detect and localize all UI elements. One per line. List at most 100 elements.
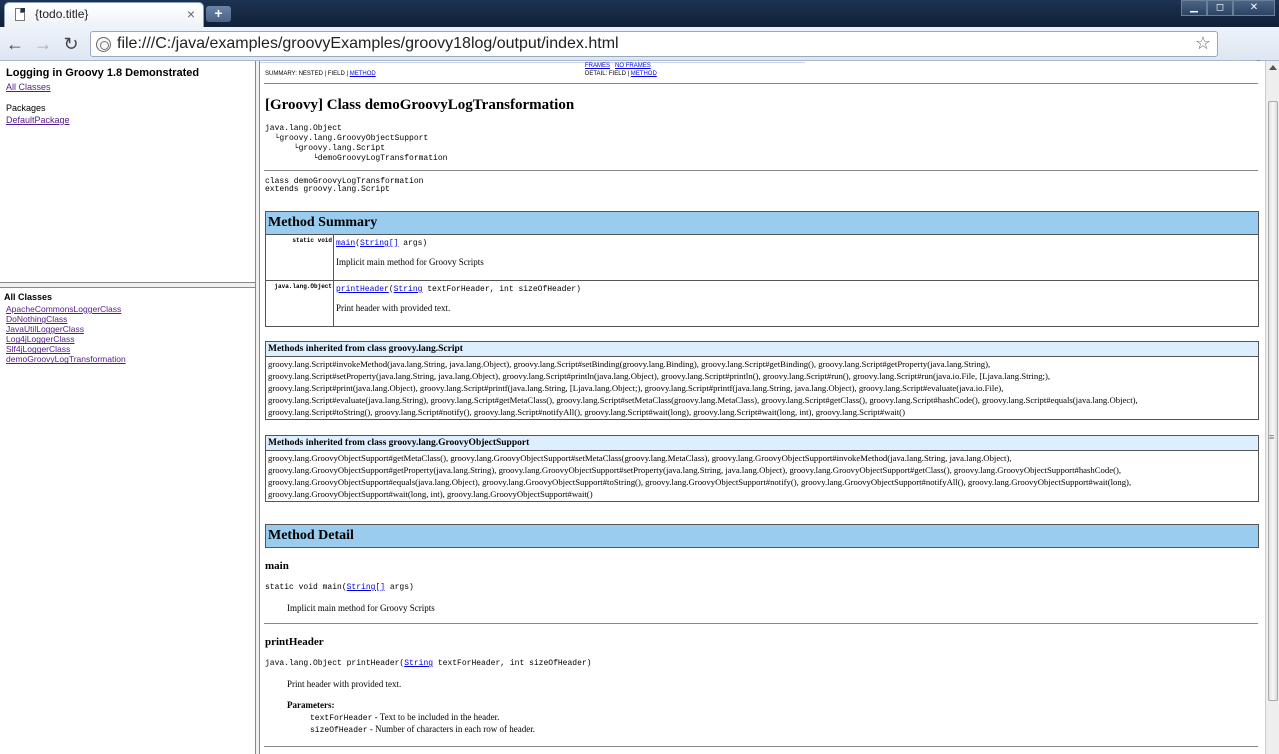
- inherited-line: groovy.lang.Script#invokeMethod(java.lan…: [268, 359, 991, 369]
- address-bar[interactable]: file:///C:/java/examples/groovyExamples/…: [90, 31, 1218, 57]
- frames-nav: FRAMES NO FRAMES: [585, 63, 651, 69]
- parameter-name: sizeOfHeader: [310, 726, 368, 735]
- browser-tab[interactable]: {todo.title} ×: [4, 2, 204, 27]
- param-rest: textForHeader, int sizeOfHeader): [422, 285, 581, 294]
- sig-prefix: static void main(: [265, 583, 347, 592]
- inheritance-tree: java.lang.Object └groovy.lang.GroovyObje…: [265, 124, 447, 164]
- method-description: Print header with provided text.: [336, 303, 451, 313]
- inherited-script-methods: groovy.lang.Script#invokeMethod(java.lan…: [266, 357, 1258, 419]
- method-detail-heading: Method Detail: [265, 524, 1259, 548]
- sig-rest: args): [385, 583, 414, 592]
- frames-link[interactable]: FRAMES: [585, 63, 610, 69]
- divider: [264, 170, 1258, 171]
- class-link[interactable]: demoGroovyLogTransformation: [6, 354, 126, 364]
- page-content: Logging in Groovy 1.8 Demonstrated All C…: [0, 61, 1279, 754]
- class-declaration: class demoGroovyLogTransformation extends…: [265, 178, 423, 194]
- method-description: Implicit main method for Groovy Scripts: [336, 257, 484, 267]
- summary-nav-prefix: SUMMARY: NESTED | FIELD |: [265, 71, 350, 77]
- nav-divider: [260, 62, 805, 63]
- summary-method-link[interactable]: METHOD: [350, 71, 376, 77]
- detail-method-name: printHeader: [265, 636, 324, 648]
- inherited-gos-methods: groovy.lang.GroovyObjectSupport#getMetaC…: [266, 451, 1258, 501]
- doc-title: Logging in Groovy 1.8 Demonstrated: [6, 67, 200, 79]
- param-rest: args): [398, 239, 428, 248]
- method-summary-heading: Method Summary: [265, 211, 1259, 235]
- globe-icon: [96, 37, 111, 52]
- class-link[interactable]: ApacheCommonsLoggerClass: [6, 304, 121, 314]
- all-classes-label: All Classes: [4, 292, 53, 302]
- detail-method-signature: static void main(String[] args): [265, 583, 414, 592]
- method-summary-table: Method Summary static void main(String[]…: [265, 211, 1259, 327]
- param-type-link[interactable]: String[]: [360, 239, 398, 248]
- method-link-printheader[interactable]: printHeader: [336, 285, 389, 294]
- inherited-script-box: Methods inherited from class groovy.lang…: [265, 341, 1259, 420]
- param-type-link[interactable]: String[]: [347, 583, 385, 592]
- class-list: ApacheCommonsLoggerClass DoNothingClass …: [6, 304, 126, 365]
- inherited-line: groovy.lang.Script#evaluate(java.lang.St…: [268, 395, 1138, 405]
- bookmark-star-icon[interactable]: ☆: [1195, 33, 1211, 54]
- detail-nav: DETAIL: FIELD | METHOD: [585, 71, 657, 77]
- parameters-label: Parameters:: [287, 700, 335, 710]
- window-controls: ▁ ◻ ✕: [1181, 0, 1275, 16]
- detail-method-signature: java.lang.Object printHeader(String text…: [265, 659, 591, 668]
- sig-rest: textForHeader, int sizeOfHeader): [433, 659, 592, 668]
- scrollbar-thumb[interactable]: [1268, 101, 1278, 701]
- inherited-line: groovy.lang.GroovyObjectSupport#equals(j…: [268, 477, 1132, 487]
- new-tab-button[interactable]: +: [206, 6, 231, 22]
- address-url[interactable]: file:///C:/java/examples/groovyExamples/…: [117, 35, 619, 53]
- no-frames-link[interactable]: NO FRAMES: [615, 63, 651, 69]
- method-signature: printHeader(String textForHeader, int si…: [333, 280, 1259, 327]
- reload-icon[interactable]: ↻: [60, 33, 82, 55]
- detail-method-name: main: [265, 560, 289, 572]
- scroll-up-arrow-icon[interactable]: [1269, 65, 1277, 70]
- all-classes-link[interactable]: All Classes: [6, 82, 51, 92]
- param-type-link[interactable]: String: [404, 659, 433, 668]
- browser-titlebar: {todo.title} × + ▁ ◻ ✕: [0, 0, 1279, 27]
- parameter-desc: - Text to be included in the header.: [372, 712, 500, 722]
- tree-line: └groovy.lang.GroovyObjectSupport: [265, 134, 429, 143]
- maximize-button[interactable]: ◻: [1207, 0, 1233, 16]
- tree-line: └demoGroovyLogTransformation: [265, 154, 448, 163]
- inherited-line: groovy.lang.GroovyObjectSupport#wait(lon…: [268, 489, 593, 499]
- page-icon: [15, 8, 25, 21]
- tab-close-icon[interactable]: ×: [187, 6, 195, 22]
- method-link-main[interactable]: main: [336, 239, 355, 248]
- class-link[interactable]: Slf4jLoggerClass: [6, 344, 70, 354]
- minimize-button[interactable]: ▁: [1181, 0, 1207, 16]
- browser-toolbar: ← → ↻ file:///C:/java/examples/groovyExa…: [0, 27, 1279, 80]
- class-detail-frame: SUMMARY: NESTED | FIELD | METHOD FRAMES …: [260, 61, 1265, 754]
- decl-line: extends groovy.lang.Script: [265, 185, 390, 194]
- inherited-line: groovy.lang.GroovyObjectSupport#getMetaC…: [268, 453, 1012, 463]
- divider: [264, 623, 1258, 624]
- class-link[interactable]: Log4jLoggerClass: [6, 334, 75, 344]
- detail-method-description: Implicit main method for Groovy Scripts: [287, 603, 435, 613]
- table-row: java.lang.Object printHeader(String text…: [265, 280, 1259, 327]
- param-type-link[interactable]: String: [394, 285, 423, 294]
- inherited-line: groovy.lang.Script#setProperty(java.lang…: [268, 371, 1051, 381]
- close-window-button[interactable]: ✕: [1233, 0, 1275, 16]
- parameter-name: textForHeader: [310, 714, 373, 723]
- divider: [264, 83, 1258, 84]
- tab-title: {todo.title}: [35, 7, 89, 21]
- method-modifier: java.lang.Object: [265, 280, 334, 327]
- detail-nav-prefix: DETAIL: FIELD |: [585, 71, 631, 77]
- back-arrow-icon[interactable]: ←: [4, 33, 26, 55]
- default-package-link[interactable]: DefaultPackage: [6, 115, 70, 125]
- parameter-desc: - Number of characters in each row of he…: [367, 724, 536, 734]
- inherited-line: groovy.lang.Script#print(java.lang.Objec…: [268, 383, 1004, 393]
- class-link[interactable]: DoNothingClass: [6, 314, 67, 324]
- summary-nav: SUMMARY: NESTED | FIELD | METHOD: [265, 71, 376, 77]
- tree-line: java.lang.Object: [265, 124, 342, 133]
- detail-method-link[interactable]: METHOD: [631, 71, 657, 77]
- class-link[interactable]: JavaUtilLoggerClass: [6, 324, 84, 334]
- method-detail-header: Method Detail: [265, 524, 1259, 548]
- inherited-script-heading: Methods inherited from class groovy.lang…: [266, 342, 1258, 357]
- vertical-scrollbar[interactable]: [1265, 61, 1279, 754]
- detail-method-description: Print header with provided text.: [287, 679, 402, 689]
- inherited-gos-box: Methods inherited from class groovy.lang…: [265, 435, 1259, 502]
- parameter-item: textForHeader - Text to be included in t…: [310, 712, 499, 723]
- method-signature: main(String[] args) Implicit main method…: [333, 234, 1259, 281]
- inherited-gos-heading: Methods inherited from class groovy.lang…: [266, 436, 1258, 451]
- forward-arrow-icon[interactable]: →: [32, 33, 54, 55]
- divider: [264, 746, 1258, 747]
